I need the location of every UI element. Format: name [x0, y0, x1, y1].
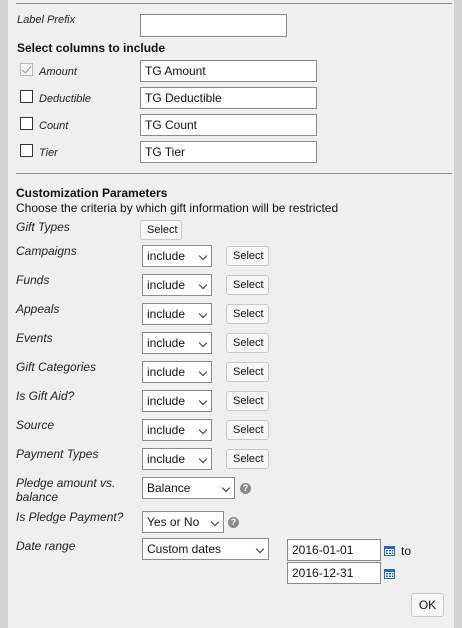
end-date-input[interactable]: 2016-12-31: [287, 562, 381, 584]
appeals-label: Appeals: [16, 302, 60, 316]
is-gift-aid-label: Is Gift Aid?: [16, 389, 75, 403]
label-prefix-label: Label Prefix: [17, 14, 76, 26]
is-pledge-payment-select[interactable]: Yes or No: [142, 511, 224, 533]
events-label: Events: [16, 331, 53, 345]
appeals-mode-select[interactable]: include: [142, 303, 212, 325]
gift-categories-mode-select[interactable]: include: [142, 361, 212, 383]
is-pledge-payment-label: Is Pledge Payment?: [16, 510, 124, 524]
pledge-amount-label-line2: balance: [16, 490, 59, 504]
payment-types-label: Payment Types: [16, 447, 99, 461]
deductible-label: Deductible: [39, 93, 91, 105]
gift-categories-select-button[interactable]: Select: [226, 362, 269, 382]
pledge-amount-value: Balance: [147, 481, 191, 495]
date-range-to-label: to: [401, 544, 412, 558]
gift-categories-mode-value: include: [147, 365, 186, 379]
customization-description: Choose the criteria by which gift inform…: [16, 201, 339, 215]
source-mode-value: include: [147, 423, 186, 437]
amount-checkbox[interactable]: [20, 63, 33, 76]
chevron-down-icon: [198, 396, 208, 406]
chevron-down-icon: [210, 517, 220, 527]
date-range-value: Custom dates: [147, 542, 222, 556]
deductible-checkbox[interactable]: [20, 90, 33, 103]
is-gift-aid-select-button[interactable]: Select: [226, 391, 269, 411]
is-gift-aid-mode-select[interactable]: include: [142, 390, 212, 412]
gift-types-select-button[interactable]: Select: [140, 220, 182, 240]
events-select-button[interactable]: Select: [226, 333, 269, 353]
campaigns-mode-value: include: [147, 249, 186, 263]
ok-button[interactable]: OK: [411, 593, 444, 617]
chevron-down-icon: [198, 367, 208, 377]
campaigns-select-button[interactable]: Select: [226, 246, 269, 266]
help-icon[interactable]: ?: [240, 483, 251, 494]
date-range-select[interactable]: Custom dates: [142, 538, 269, 560]
payment-types-mode-select[interactable]: include: [142, 448, 212, 470]
gift-categories-label: Gift Categories: [16, 360, 97, 374]
customization-heading: Customization Parameters: [16, 186, 168, 200]
chevron-down-icon: [198, 280, 208, 290]
chevron-down-icon: [198, 454, 208, 464]
help-icon[interactable]: ?: [228, 517, 239, 528]
funds-mode-value: include: [147, 278, 186, 292]
pledge-amount-label-line1: Pledge amount vs.: [16, 476, 116, 490]
chevron-down-icon: [198, 309, 208, 319]
start-date-input[interactable]: 2016-01-01: [287, 539, 381, 561]
events-mode-select[interactable]: include: [142, 332, 212, 354]
funds-mode-select[interactable]: include: [142, 274, 212, 296]
deductible-column-name-input[interactable]: TG Deductible: [140, 87, 317, 109]
is-pledge-payment-value: Yes or No: [147, 515, 200, 529]
report-options-panel: Label Prefix Select columns to include A…: [8, 0, 454, 628]
chevron-down-icon: [198, 251, 208, 261]
date-range-label: Date range: [16, 539, 76, 553]
label-prefix-input[interactable]: [140, 14, 287, 37]
campaigns-label: Campaigns: [16, 244, 77, 258]
count-column-name-input[interactable]: TG Count: [140, 114, 317, 136]
chevron-down-icon: [198, 425, 208, 435]
funds-label: Funds: [16, 273, 50, 287]
count-checkbox[interactable]: [20, 117, 33, 130]
source-label: Source: [16, 418, 55, 432]
chevron-down-icon: [221, 483, 231, 493]
appeals-select-button[interactable]: Select: [226, 304, 269, 324]
gift-types-label: Gift Types: [16, 220, 70, 234]
source-select-button[interactable]: Select: [226, 420, 269, 440]
calendar-icon[interactable]: [384, 568, 395, 579]
amount-label: Amount: [39, 66, 77, 78]
source-mode-select[interactable]: include: [142, 419, 212, 441]
tier-label: Tier: [39, 147, 58, 159]
tier-column-name-input[interactable]: TG Tier: [140, 141, 317, 163]
appeals-mode-value: include: [147, 307, 186, 321]
amount-column-name-input[interactable]: TG Amount: [140, 60, 317, 82]
top-divider: [16, 3, 452, 4]
events-mode-value: include: [147, 336, 186, 350]
count-label: Count: [39, 120, 69, 132]
payment-types-mode-value: include: [147, 452, 186, 466]
section-divider: [16, 173, 452, 174]
chevron-down-icon: [255, 544, 265, 554]
payment-types-select-button[interactable]: Select: [226, 449, 269, 469]
calendar-icon[interactable]: [384, 545, 395, 556]
tier-checkbox[interactable]: [20, 144, 33, 157]
is-gift-aid-mode-value: include: [147, 394, 186, 408]
pledge-amount-select[interactable]: Balance: [142, 477, 235, 499]
columns-heading: Select columns to include: [17, 41, 166, 55]
funds-select-button[interactable]: Select: [226, 275, 269, 295]
campaigns-mode-select[interactable]: include: [142, 245, 212, 267]
chevron-down-icon: [198, 338, 208, 348]
